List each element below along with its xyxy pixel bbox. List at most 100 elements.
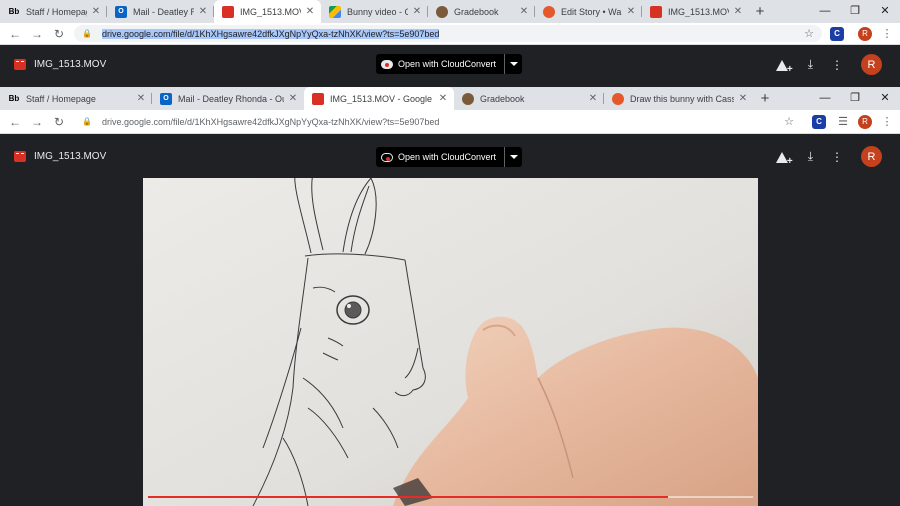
close-window-icon[interactable]: ✕: [870, 87, 900, 110]
drive-icon: [329, 5, 341, 18]
download-icon[interactable]: ⤓: [808, 57, 813, 72]
story-icon: [543, 5, 555, 18]
tab-title: Bunny video - Goo: [347, 6, 408, 17]
close-icon[interactable]: ✕: [91, 6, 101, 17]
close-icon[interactable]: ✕: [198, 6, 208, 17]
inner-tab-2[interactable]: IMG_1513.MOV - Google [ ✕: [304, 87, 454, 110]
video-player[interactable]: [143, 178, 758, 506]
profile-avatar[interactable]: R: [858, 26, 872, 41]
new-tab-button[interactable]: +: [749, 0, 771, 23]
outer-tab-6[interactable]: IMG_1513.MOV - G ✕: [642, 0, 749, 23]
add-to-drive-icon[interactable]: [775, 59, 793, 75]
omnibox[interactable]: 🔒 drive.google.com/file/d/1KhXHgsawre42d…: [74, 113, 802, 130]
close-icon[interactable]: ✕: [733, 6, 743, 17]
close-icon[interactable]: ✕: [626, 6, 636, 17]
inner-address-bar: ← → ↻ 🔒 drive.google.com/file/d/1KhXHgsa…: [0, 110, 900, 134]
account-avatar[interactable]: R: [861, 54, 882, 75]
outer-tabstrip: Bb Staff / Homepage ✕ O Mail - Deatley R…: [0, 0, 900, 23]
download-icon[interactable]: ⤓: [808, 149, 813, 164]
tab-title: Staff / Homepage: [26, 93, 96, 104]
gradebook-icon: [436, 5, 448, 18]
bookmark-star-icon[interactable]: ☆: [804, 27, 814, 40]
menu-icon[interactable]: ⋮: [880, 27, 894, 40]
more-options-icon[interactable]: ⋮: [831, 58, 843, 72]
file-name: IMG_1513.MOV: [34, 58, 107, 70]
drive-actions: ⤓ ⋮ R: [775, 146, 882, 167]
account-avatar[interactable]: R: [861, 146, 882, 167]
inner-tabstrip: Bb Staff / Homepage ✕ O Mail - Deatley R…: [0, 87, 900, 110]
omnibox[interactable]: 🔒 drive.google.com/file/d/1KhXHgsawre42d…: [74, 25, 822, 42]
tab-title: IMG_1513.MOV - G: [668, 6, 729, 17]
open-with-dropdown[interactable]: [504, 54, 522, 74]
menu-icon[interactable]: ⋮: [880, 115, 894, 128]
outer-address-bar: ← → ↻ 🔒 drive.google.com/file/d/1KhXHgsa…: [0, 23, 900, 45]
back-icon[interactable]: ←: [4, 115, 26, 129]
outer-tab-3[interactable]: Bunny video - Goo ✕: [321, 0, 428, 23]
window-controls: — ❐ ✕: [810, 87, 900, 110]
drive-video-icon: [650, 5, 662, 18]
cloudconvert-icon: [381, 152, 393, 162]
url-text[interactable]: drive.google.com/file/d/1KhXHgsawre42dfk…: [102, 28, 440, 39]
close-icon[interactable]: ✕: [588, 93, 598, 104]
close-icon[interactable]: ✕: [438, 93, 448, 104]
outer-tab-4[interactable]: Gradebook ✕: [428, 0, 535, 23]
forward-icon[interactable]: →: [26, 27, 48, 41]
tab-title: Mail - Deatley Rho: [133, 6, 194, 17]
blackboard-icon: Bb: [8, 94, 20, 103]
bookmark-star-icon[interactable]: ☆: [784, 115, 794, 128]
close-icon[interactable]: ✕: [412, 6, 422, 17]
close-icon[interactable]: ✕: [136, 93, 146, 104]
new-tab-button[interactable]: +: [754, 87, 776, 110]
progress-fill: [148, 496, 669, 498]
close-window-icon[interactable]: ✕: [870, 0, 900, 23]
reload-icon[interactable]: ↻: [48, 27, 70, 41]
video-progress-bar[interactable]: [148, 496, 753, 498]
tab-title: Edit Story • Warrio: [561, 6, 622, 17]
reading-list-icon[interactable]: ☰: [836, 115, 850, 128]
video-file-icon: [14, 58, 26, 70]
open-with-label: Open with CloudConvert: [398, 152, 497, 162]
inner-tab-3[interactable]: Gradebook ✕: [454, 87, 604, 110]
back-icon[interactable]: ←: [4, 27, 26, 41]
outer-tab-0[interactable]: Bb Staff / Homepage ✕: [0, 0, 107, 23]
minimize-icon[interactable]: —: [810, 87, 840, 110]
more-options-icon[interactable]: ⋮: [831, 150, 843, 164]
inner-browser: Bb Staff / Homepage ✕ O Mail - Deatley R…: [0, 87, 900, 178]
add-to-drive-icon[interactable]: [775, 151, 793, 167]
close-icon[interactable]: ✕: [305, 6, 315, 17]
close-icon[interactable]: ✕: [288, 93, 298, 104]
file-name: IMG_1513.MOV: [34, 150, 107, 162]
drive-video-icon: [312, 92, 324, 105]
tab-title: IMG_1513.MOV - G: [240, 6, 301, 17]
tab-title: Staff / Homepage: [26, 6, 87, 17]
video-file-icon: [14, 150, 26, 162]
window-controls: — ❐ ✕: [810, 0, 900, 23]
extension-icon[interactable]: C: [830, 26, 844, 41]
extension-icon[interactable]: C: [812, 114, 826, 129]
inner-tab-4[interactable]: Draw this bunny with Cassie ✕: [604, 87, 754, 110]
inner-tab-1[interactable]: O Mail - Deatley Rhonda - Outlo ✕: [152, 87, 304, 110]
open-with-dropdown[interactable]: [504, 147, 522, 167]
url-text[interactable]: drive.google.com/file/d/1KhXHgsawre42dfk…: [102, 117, 439, 127]
tab-title: Gradebook: [454, 6, 499, 17]
open-with-label: Open with CloudConvert: [398, 59, 497, 69]
outer-tab-1[interactable]: O Mail - Deatley Rho ✕: [107, 0, 214, 23]
blackboard-icon: Bb: [8, 7, 20, 16]
outer-tab-5[interactable]: Edit Story • Warrio ✕: [535, 0, 642, 23]
reload-icon[interactable]: ↻: [48, 115, 70, 129]
open-with-button[interactable]: Open with CloudConvert: [376, 54, 523, 74]
inner-tab-0[interactable]: Bb Staff / Homepage ✕: [0, 87, 152, 110]
close-icon[interactable]: ✕: [519, 6, 529, 17]
story-icon: [612, 92, 624, 105]
restore-icon[interactable]: ❐: [840, 87, 870, 110]
profile-avatar[interactable]: R: [858, 114, 872, 129]
open-with-button[interactable]: Open with CloudConvert: [376, 147, 523, 167]
outlook-icon: O: [160, 92, 172, 105]
restore-icon[interactable]: ❐: [840, 0, 870, 23]
outer-tab-2[interactable]: IMG_1513.MOV - G ✕: [214, 0, 321, 23]
forward-icon[interactable]: →: [26, 115, 48, 129]
minimize-icon[interactable]: —: [810, 0, 840, 23]
lock-icon: 🔒: [82, 29, 92, 38]
close-icon[interactable]: ✕: [738, 93, 748, 104]
drive-video-icon: [222, 5, 234, 18]
